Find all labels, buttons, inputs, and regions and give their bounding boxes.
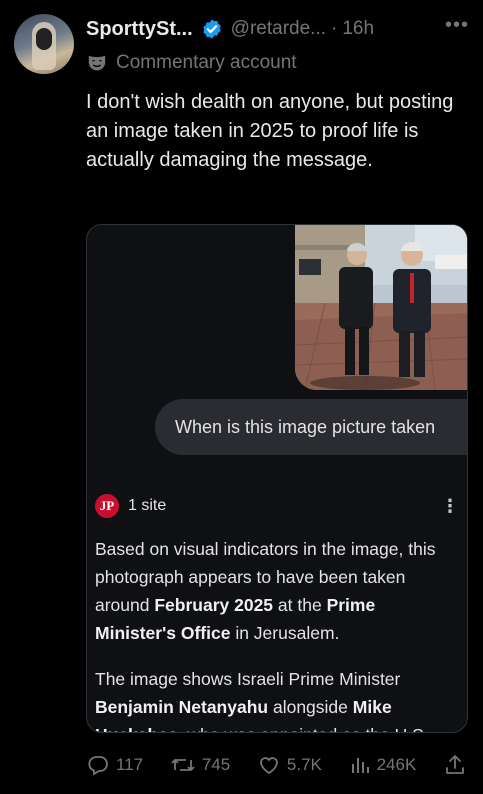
view-count: 246K	[376, 755, 417, 774]
commentary-mask-icon	[88, 55, 106, 71]
photo-scene	[295, 225, 467, 390]
answer-paragraph-2: The image shows Israeli Prime Minister B…	[95, 669, 429, 732]
reply-button[interactable]: 117	[86, 753, 143, 777]
tweet-text: I don't wish dealth on anyone, but posti…	[86, 91, 454, 171]
avatar-hair	[36, 28, 52, 50]
repost-count: 745	[201, 755, 231, 774]
kebab-menu-icon[interactable]: ⋮	[441, 496, 459, 517]
share-icon	[446, 755, 464, 774]
views-bar-chart-icon	[351, 758, 369, 773]
user-question-text: When is this image picture taken	[175, 416, 436, 437]
tweet-media-screenshot[interactable]: When is this image picture taken JP 1 si…	[86, 224, 468, 733]
sources-row: JP 1 site ⋮	[95, 493, 459, 519]
timestamp[interactable]: 16h	[342, 18, 374, 40]
reply-icon	[88, 756, 108, 776]
like-count: 5.7K	[286, 755, 322, 774]
more-options-icon[interactable]: •••	[445, 14, 469, 37]
netanyahu-huckabee-photo	[295, 225, 467, 390]
ai-answer: Based on visual indicators in the image,…	[95, 535, 457, 732]
jerusalem-post-logo-icon[interactable]: JP	[95, 494, 119, 518]
reply-count: 117	[116, 755, 144, 774]
user-question-bubble: When is this image picture taken	[155, 399, 467, 455]
avatar[interactable]	[14, 14, 74, 74]
separator-dot: ·	[331, 18, 338, 39]
verified-badge-icon	[202, 19, 221, 39]
like-button[interactable]: 5.7K	[257, 753, 322, 777]
sources-count[interactable]: 1 site	[128, 497, 166, 515]
tweet-actions: 117 745 5.7K 246K	[86, 750, 473, 780]
repost-icon	[171, 759, 195, 771]
views-button[interactable]: 246K	[349, 753, 417, 777]
author-name[interactable]: SporttySt...	[86, 18, 193, 41]
account-label-text: Commentary account	[116, 52, 297, 73]
author-handle[interactable]: @retarde...	[231, 18, 326, 40]
heart-icon	[259, 757, 278, 775]
share-button[interactable]	[443, 753, 473, 777]
repost-button[interactable]: 745	[170, 753, 230, 777]
account-label: Commentary account	[86, 52, 297, 74]
answer-paragraph-1: Based on visual indicators in the image,…	[95, 539, 436, 643]
tweet-header: SporttySt... @retarde... · 16h	[86, 16, 471, 42]
